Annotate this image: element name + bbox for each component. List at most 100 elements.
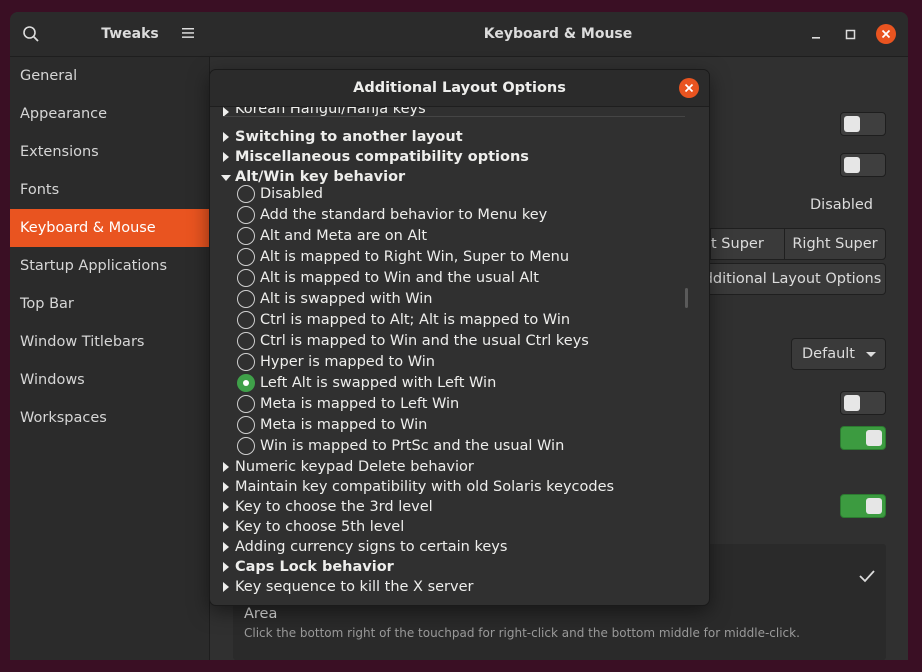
header-bar: Tweaks Keyboard & Mouse xyxy=(10,12,908,57)
expander-arrow-icon xyxy=(221,175,231,181)
radio-option-meta-win[interactable]: Meta is mapped to Win xyxy=(210,415,680,436)
radio-option-ctrl-win-usual-ctrl[interactable]: Ctrl is mapped to Win and the usual Ctrl… xyxy=(210,331,680,352)
default-dropdown[interactable]: Default xyxy=(791,338,886,370)
radio-label: Hyper is mapped to Win xyxy=(260,354,435,370)
sidebar-item-window-titlebars[interactable]: Window Titlebars xyxy=(10,323,209,361)
radio-option-alt-swapped-win[interactable]: Alt is swapped with Win xyxy=(210,289,680,310)
sidebar-item-workspaces[interactable]: Workspaces xyxy=(10,399,209,437)
page-title: Keyboard & Mouse xyxy=(483,26,633,42)
radio-button[interactable] xyxy=(237,269,255,287)
tree-row-5th-level[interactable]: Key to choose 5th level xyxy=(210,517,680,538)
radio-label: Disabled xyxy=(260,186,323,202)
disabled-value: Disabled xyxy=(810,197,873,213)
radio-label: Meta is mapped to Win xyxy=(260,417,428,433)
tree-row-caps-lock[interactable]: Caps Lock behavior xyxy=(210,557,680,578)
sidebar-item-fonts[interactable]: Fonts xyxy=(10,171,209,209)
sidebar-item-windows[interactable]: Windows xyxy=(10,361,209,399)
minimize-icon[interactable] xyxy=(808,26,826,44)
sidebar-item-top-bar[interactable]: Top Bar xyxy=(10,285,209,323)
sidebar-item-keyboard-mouse[interactable]: Keyboard & Mouse xyxy=(10,209,209,247)
tree-row-switching-layout[interactable]: Switching to another layout xyxy=(210,127,680,148)
radio-button-checked[interactable] xyxy=(237,374,255,392)
window-close-button[interactable] xyxy=(876,24,896,44)
radio-button[interactable] xyxy=(237,416,255,434)
radio-option-alt-right-win[interactable]: Alt is mapped to Right Win, Super to Men… xyxy=(210,247,680,268)
radio-button[interactable] xyxy=(237,332,255,350)
toggle-switch-2[interactable] xyxy=(840,153,886,177)
radio-button[interactable] xyxy=(237,311,255,329)
radio-option-disabled[interactable]: Disabled xyxy=(210,184,680,205)
tree-row-label: Key to choose 5th level xyxy=(235,519,405,535)
expander-arrow-icon xyxy=(223,152,229,162)
toggle-switch-3[interactable] xyxy=(840,391,886,415)
tree-row-solaris-keycodes[interactable]: Maintain key compatibility with old Sola… xyxy=(210,477,680,498)
search-icon[interactable] xyxy=(22,25,40,43)
options-tree: Korean Hangul/Hanja keys Switching to an… xyxy=(210,107,709,605)
right-super-button[interactable]: Right Super xyxy=(784,228,886,260)
tree-row-currency-signs[interactable]: Adding currency signs to certain keys xyxy=(210,537,680,558)
dialog-title: Additional Layout Options xyxy=(353,80,566,96)
expander-arrow-icon xyxy=(223,482,229,492)
default-dropdown-label: Default xyxy=(802,346,855,362)
tree-row-korean[interactable]: Korean Hangul/Hanja keys xyxy=(210,107,680,121)
area-description: Click the bottom right of the touchpad f… xyxy=(244,626,800,640)
radio-option-menu-key[interactable]: Add the standard behavior to Menu key xyxy=(210,205,680,226)
tree-row-label: Maintain key compatibility with old Sola… xyxy=(235,479,615,495)
radio-button[interactable] xyxy=(237,437,255,455)
radio-button[interactable] xyxy=(237,395,255,413)
radio-option-left-alt-swapped-left-win[interactable]: Left Alt is swapped with Left Win xyxy=(210,373,680,394)
radio-button[interactable] xyxy=(237,353,255,371)
toggle-knob xyxy=(844,157,860,173)
radio-label: Alt is mapped to Win and the usual Alt xyxy=(260,270,539,286)
expander-arrow-icon xyxy=(223,502,229,512)
radio-option-win-prtsc[interactable]: Win is mapped to PrtSc and the usual Win xyxy=(210,436,680,457)
toggle-switch-1[interactable] xyxy=(840,112,886,136)
hamburger-menu-icon[interactable] xyxy=(181,26,195,40)
sidebar-item-extensions[interactable]: Extensions xyxy=(10,133,209,171)
tree-row-misc-compat[interactable]: Miscellaneous compatibility options xyxy=(210,147,680,168)
radio-button[interactable] xyxy=(237,248,255,266)
maximize-icon[interactable] xyxy=(842,26,860,44)
radio-button[interactable] xyxy=(237,185,255,203)
tree-row-kill-x-server[interactable]: Key sequence to kill the X server xyxy=(210,577,680,598)
sidebar-item-startup-applications[interactable]: Startup Applications xyxy=(10,247,209,285)
radio-option-ctrl-alt-win[interactable]: Ctrl is mapped to Alt; Alt is mapped to … xyxy=(210,310,680,331)
app-title: Tweaks xyxy=(101,26,159,42)
dialog-close-button[interactable] xyxy=(679,78,699,98)
radio-label: Ctrl is mapped to Win and the usual Ctrl… xyxy=(260,333,589,349)
radio-button[interactable] xyxy=(237,206,255,224)
additional-layout-options-button[interactable]: dditional Layout Options xyxy=(700,263,886,295)
radio-option-meta-left-win[interactable]: Meta is mapped to Left Win xyxy=(210,394,680,415)
radio-button[interactable] xyxy=(237,227,255,245)
tree-row-label: Key to choose the 3rd level xyxy=(235,499,433,515)
left-super-button[interactable]: t Super xyxy=(710,228,785,260)
radio-option-hyper-win[interactable]: Hyper is mapped to Win xyxy=(210,352,680,373)
tree-row-numeric-keypad-delete[interactable]: Numeric keypad Delete behavior xyxy=(210,457,680,478)
expander-arrow-icon xyxy=(223,542,229,552)
radio-option-alt-meta-on-alt[interactable]: Alt and Meta are on Alt xyxy=(210,226,680,247)
expander-arrow-icon xyxy=(223,582,229,592)
radio-button[interactable] xyxy=(237,290,255,308)
expander-arrow-icon xyxy=(223,522,229,532)
expander-arrow-icon xyxy=(223,132,229,142)
tree-row-label: Numeric keypad Delete behavior xyxy=(235,459,474,475)
close-icon xyxy=(881,29,891,39)
toggle-knob xyxy=(844,116,860,132)
radio-label: Alt is swapped with Win xyxy=(260,291,433,307)
divider xyxy=(223,116,685,117)
tree-row-label: Switching to another layout xyxy=(235,129,463,145)
additional-layout-options-dialog: Additional Layout Options Korean Hangul/… xyxy=(210,70,709,605)
sidebar-item-appearance[interactable]: Appearance xyxy=(10,95,209,133)
radio-label: Ctrl is mapped to Alt; Alt is mapped to … xyxy=(260,312,571,328)
toggle-switch-4[interactable] xyxy=(840,426,886,450)
radio-option-alt-win-usual-alt[interactable]: Alt is mapped to Win and the usual Alt xyxy=(210,268,680,289)
chevron-down-icon xyxy=(866,352,876,357)
tree-row-label: Miscellaneous compatibility options xyxy=(235,149,529,165)
expander-arrow-icon xyxy=(223,562,229,572)
scrollbar[interactable] xyxy=(685,288,688,308)
dialog-header: Additional Layout Options xyxy=(210,70,709,107)
sidebar-item-general[interactable]: General xyxy=(10,57,209,95)
area-title: Area xyxy=(244,606,278,622)
tree-row-3rd-level[interactable]: Key to choose the 3rd level xyxy=(210,497,680,518)
toggle-switch-5[interactable] xyxy=(840,494,886,518)
